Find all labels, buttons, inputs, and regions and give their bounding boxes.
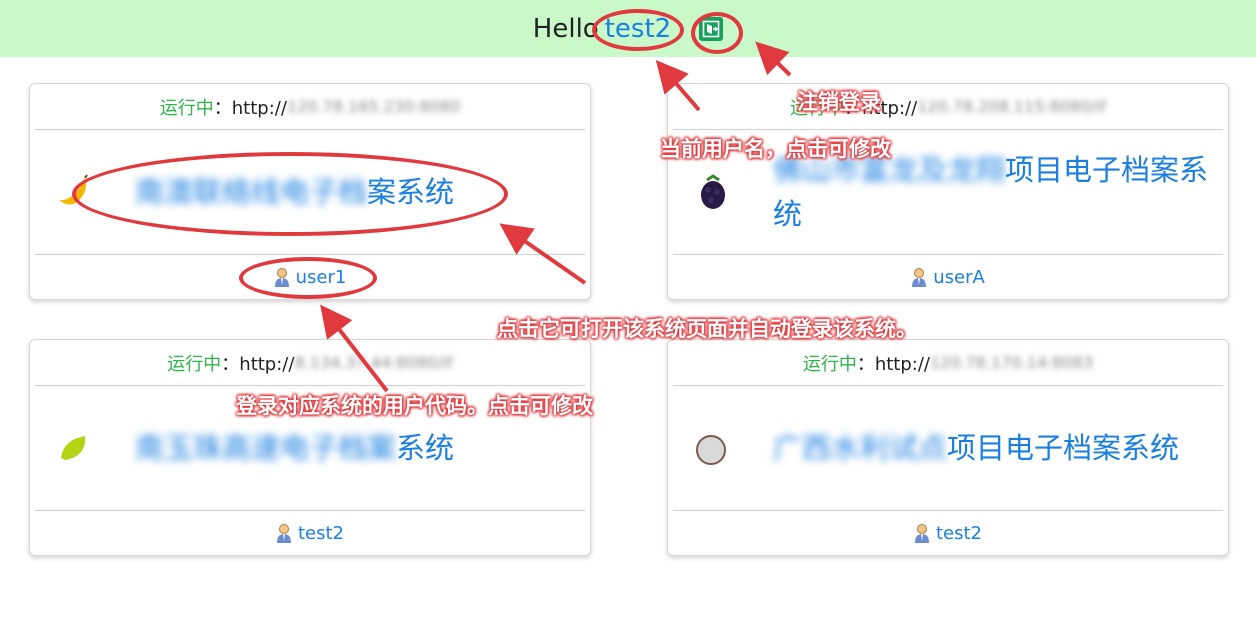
card-header: 运行中 ：http:// 8.134.37.44:8080/if [35, 340, 585, 386]
user-avatar-icon [914, 524, 929, 543]
user-code-link[interactable]: test2 [936, 523, 982, 544]
callout-open-system: 点击它可打开该系统页面并自动登录该系统。 [497, 317, 917, 341]
grey-circle-icon [696, 435, 726, 465]
lime-slice-icon [61, 436, 86, 460]
status-label: 运行中 [802, 353, 857, 375]
blackberry-icon [701, 174, 725, 209]
system-name-link[interactable]: 南玉珠高速电子档案系统 [135, 426, 454, 470]
system-card: 运行中 ：http:// 120.78.170.14:8083 广西水利试点项目… [667, 339, 1229, 556]
url-prefix: ：http:// [221, 353, 295, 375]
server-url: 8.134.37.44:8080/if [294, 353, 453, 372]
url-prefix: ：http:// [213, 97, 287, 119]
top-bar: Hello test2 [0, 0, 1256, 57]
logout-button[interactable] [699, 16, 724, 41]
system-name-link[interactable]: 南澳联络线电子档案系统 [135, 170, 454, 214]
card-header: 运行中 ：http:// 120.78.208.115:8080/if [673, 84, 1223, 130]
status-label: 运行中 [159, 97, 214, 119]
system-card: 运行中 ：http:// 8.134.37.44:8080/if 南玉珠高速电子… [29, 339, 591, 556]
card-footer: user1 [30, 255, 590, 299]
card-footer: userA [668, 255, 1228, 299]
system-card: 运行中 ：http:// 120.78.165.230:8080 南澳联络线电子… [29, 83, 591, 300]
server-url: 120.78.165.230:8080 [286, 97, 461, 116]
card-footer: test2 [668, 511, 1228, 555]
card-header: 运行中 ：http:// 120.78.165.230:8080 [35, 84, 585, 130]
user-code-link[interactable]: test2 [298, 523, 344, 544]
system-card: 运行中 ：http:// 120.78.208.115:8080/if 佛山市富… [667, 83, 1229, 300]
user-avatar-icon [274, 268, 289, 287]
current-username-link[interactable]: test2 [605, 14, 671, 44]
status-label: 运行中 [167, 353, 222, 375]
card-body: 南澳联络线电子档案系统 [35, 130, 585, 255]
system-name-link[interactable]: 广西水利试点项目电子档案系统 [773, 426, 1179, 470]
callout-user-code: 登录对应系统的用户代码。点击可修改 [236, 394, 593, 418]
callout-logout: 注销登录 [797, 90, 881, 114]
banana-icon [59, 174, 88, 205]
card-footer: test2 [30, 511, 590, 555]
server-url: 120.78.170.14:8083 [929, 353, 1094, 372]
user-avatar-icon [912, 268, 927, 287]
card-body: 广西水利试点项目电子档案系统 [673, 386, 1223, 511]
url-prefix: ：http:// [856, 353, 930, 375]
card-header: 运行中 ：http:// 120.78.170.14:8083 [673, 340, 1223, 386]
user-code-link[interactable]: userA [933, 267, 985, 288]
user-code-link[interactable]: user1 [296, 267, 347, 288]
user-avatar-icon [276, 524, 291, 543]
server-url: 120.78.208.115:8080/if [917, 97, 1106, 116]
callout-username: 当前用户名，点击可修改 [660, 137, 891, 161]
greeting-text: Hello [532, 13, 599, 44]
exit-door-icon [702, 20, 720, 37]
